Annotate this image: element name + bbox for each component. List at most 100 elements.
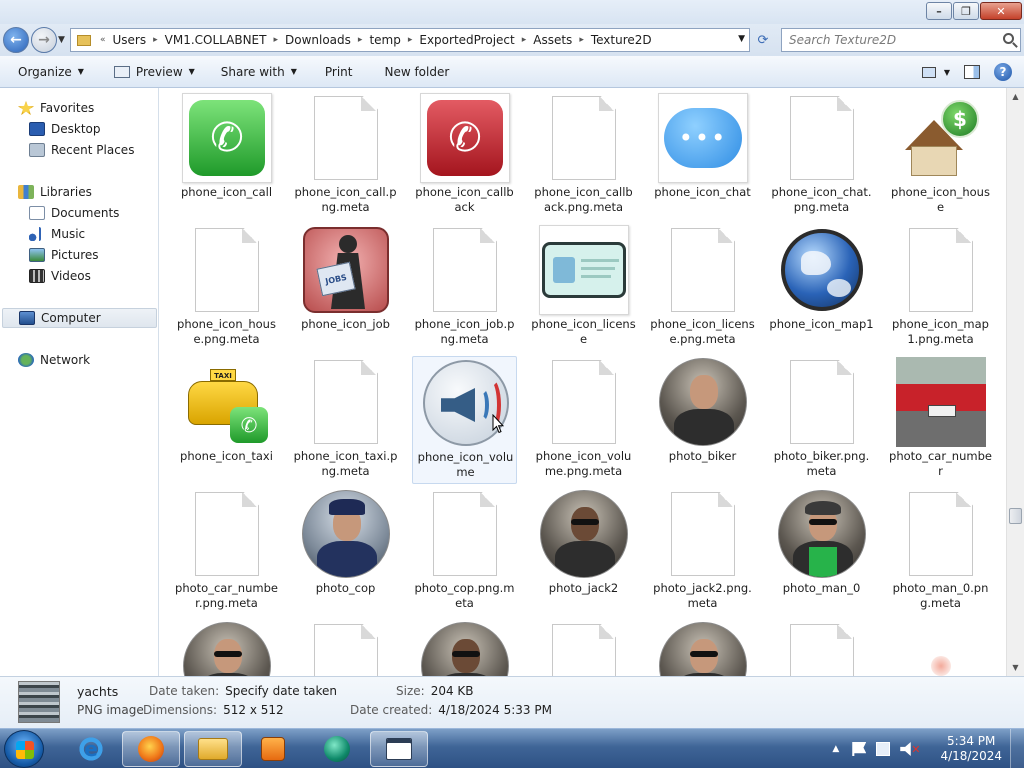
taskbar-app-window[interactable]	[370, 731, 428, 767]
taskbar-media-player[interactable]	[244, 731, 302, 767]
taskbar-app-green[interactable]	[308, 731, 366, 767]
file-item[interactable]: photo_biker.png.meta	[769, 356, 874, 484]
nav-documents[interactable]: Documents	[29, 203, 119, 223]
file-item[interactable]: ✆ phone_icon_callback	[412, 92, 517, 220]
breadcrumb-item[interactable]: VM1.COLLABNET	[161, 33, 271, 47]
file-item[interactable]	[531, 620, 636, 676]
organize-button[interactable]: Organize ▼	[0, 56, 94, 87]
nav-computer[interactable]: Computer	[2, 308, 157, 328]
taskbar-firefox[interactable]	[122, 731, 180, 767]
nav-desktop[interactable]: Desktop	[29, 119, 101, 139]
breadcrumb-separator-icon[interactable]: ▸	[355, 35, 366, 45]
portrait-man-hat-icon	[778, 490, 866, 578]
file-name: phone_icon_job.png.meta	[414, 317, 515, 346]
breadcrumb-item[interactable]: Texture2D	[587, 33, 656, 47]
file-item[interactable]: photo_car_number.png.meta	[174, 488, 279, 616]
file-item[interactable]: phone_icon_taxi.png.meta	[293, 356, 398, 484]
file-item[interactable]: ✆ phone_icon_call	[174, 92, 279, 220]
start-button[interactable]	[4, 730, 44, 768]
file-item[interactable]: photo_cop	[293, 488, 398, 616]
preview-button[interactable]: Preview ▼	[94, 56, 205, 87]
minimize-button[interactable]: –	[926, 2, 952, 20]
breadcrumb-separator-icon[interactable]: ▸	[270, 35, 281, 45]
file-thumbnail	[181, 620, 273, 676]
file-item[interactable]: phone_icon_volume.png.meta	[531, 356, 636, 484]
file-item[interactable]: photo_man_0.png.meta	[888, 488, 993, 616]
close-button[interactable]: ✕	[980, 2, 1022, 20]
preview-pane-icon[interactable]	[964, 65, 980, 79]
file-item[interactable]	[293, 620, 398, 676]
breadcrumb-item[interactable]: ExportedProject	[415, 33, 518, 47]
nav-favorites[interactable]: Favorites	[18, 98, 94, 118]
recent-pages-dropdown[interactable]: ▼	[58, 35, 65, 45]
network-tray-icon[interactable]	[876, 742, 891, 756]
file-item[interactable]: $ phone_icon_house	[888, 92, 993, 220]
breadcrumb-separator-icon[interactable]: ▸	[519, 35, 530, 45]
file-item[interactable]: phone_icon_license	[531, 224, 636, 352]
file-item[interactable]: ••• phone_icon_chat	[650, 92, 755, 220]
breadcrumb-item[interactable]: Downloads	[281, 33, 355, 47]
action-center-flag-icon[interactable]	[852, 742, 867, 756]
taxi-phone-icon: TAXI ✆	[184, 359, 270, 445]
date-taken-value[interactable]: Specify date taken	[225, 684, 337, 698]
file-thumbnail	[895, 224, 987, 316]
nav-network[interactable]: Network	[18, 350, 90, 370]
taskbar-internet-explorer[interactable]: e	[62, 731, 120, 767]
file-item[interactable]: TAXI ✆ phone_icon_taxi	[174, 356, 279, 484]
back-button[interactable]: ←	[3, 27, 29, 53]
search-icon[interactable]	[1003, 33, 1014, 44]
file-item[interactable]: photo_jack2.png.meta	[650, 488, 755, 616]
scrollbar-thumb[interactable]	[1009, 508, 1022, 524]
help-icon[interactable]: ?	[994, 63, 1012, 81]
file-item[interactable]: JOBS phone_icon_job	[293, 224, 398, 352]
file-item[interactable]: photo_jack2	[531, 488, 636, 616]
share-with-button[interactable]: Share with ▼	[205, 56, 307, 87]
file-item[interactable]: photo_cop.png.meta	[412, 488, 517, 616]
show-desktop-button[interactable]	[1010, 729, 1024, 768]
file-item[interactable]: phone_icon_license.png.meta	[650, 224, 755, 352]
breadcrumb-overflow[interactable]: «	[97, 35, 109, 45]
clock[interactable]: 5:34 PM 4/18/2024	[940, 734, 1002, 764]
file-item[interactable]: phone_icon_map1.png.meta	[888, 224, 993, 352]
maximize-button[interactable]: ❐	[953, 2, 979, 20]
address-dropdown[interactable]: ▼	[738, 34, 745, 44]
breadcrumb-separator-icon[interactable]: ▸	[150, 35, 161, 45]
show-hidden-icons[interactable]: ▲	[832, 744, 839, 754]
address-bar[interactable]: « Users ▸ VM1.COLLABNET ▸ Downloads ▸ temp ▸ Exp…	[70, 28, 750, 52]
scroll-down-arrow[interactable]: ▼	[1007, 659, 1024, 676]
nav-pictures[interactable]: Pictures	[29, 245, 99, 265]
vertical-scrollbar[interactable]: ▲ ▼	[1006, 88, 1024, 676]
new-folder-button[interactable]: New folder	[362, 56, 459, 87]
search-input[interactable]: Search Texture2D	[781, 28, 1021, 52]
forward-button[interactable]: →	[31, 27, 57, 53]
file-item[interactable]: photo_biker	[650, 356, 755, 484]
file-item[interactable]: phone_icon_job.png.meta	[412, 224, 517, 352]
breadcrumb-item[interactable]: Assets	[529, 33, 576, 47]
nav-videos[interactable]: Videos	[29, 266, 91, 286]
file-item[interactable]: phone_icon_chat.png.meta	[769, 92, 874, 220]
nav-music[interactable]: Music	[29, 224, 85, 244]
breadcrumb-item[interactable]: temp	[365, 33, 404, 47]
file-item[interactable]: phone_icon_map1	[769, 224, 874, 352]
breadcrumb-item[interactable]: Users	[109, 33, 151, 47]
file-item[interactable]	[769, 620, 874, 676]
file-item[interactable]: photo_man_0	[769, 488, 874, 616]
file-item[interactable]: phone_icon_call.png.meta	[293, 92, 398, 220]
change-view-icon[interactable]	[921, 66, 936, 78]
breadcrumb-separator-icon[interactable]: ▸	[405, 35, 416, 45]
file-item[interactable]: photo_car_number	[888, 356, 993, 484]
file-item[interactable]	[412, 620, 517, 676]
scroll-up-arrow[interactable]: ▲	[1007, 88, 1024, 105]
file-item[interactable]	[650, 620, 755, 676]
refresh-button[interactable]: ⟳	[752, 30, 774, 50]
nav-libraries[interactable]: Libraries	[18, 182, 92, 202]
breadcrumb-separator-icon[interactable]: ▸	[576, 35, 587, 45]
file-item[interactable]	[888, 620, 993, 676]
nav-recent-places[interactable]: Recent Places	[29, 140, 134, 160]
taskbar-explorer[interactable]	[184, 731, 242, 767]
print-button[interactable]: Print	[307, 56, 363, 87]
file-item[interactable]: phone_icon_house.png.meta	[174, 224, 279, 352]
file-item[interactable]	[174, 620, 279, 676]
file-item[interactable]: phone_icon_callback.png.meta	[531, 92, 636, 220]
view-options-dropdown[interactable]: ▼	[944, 68, 950, 77]
